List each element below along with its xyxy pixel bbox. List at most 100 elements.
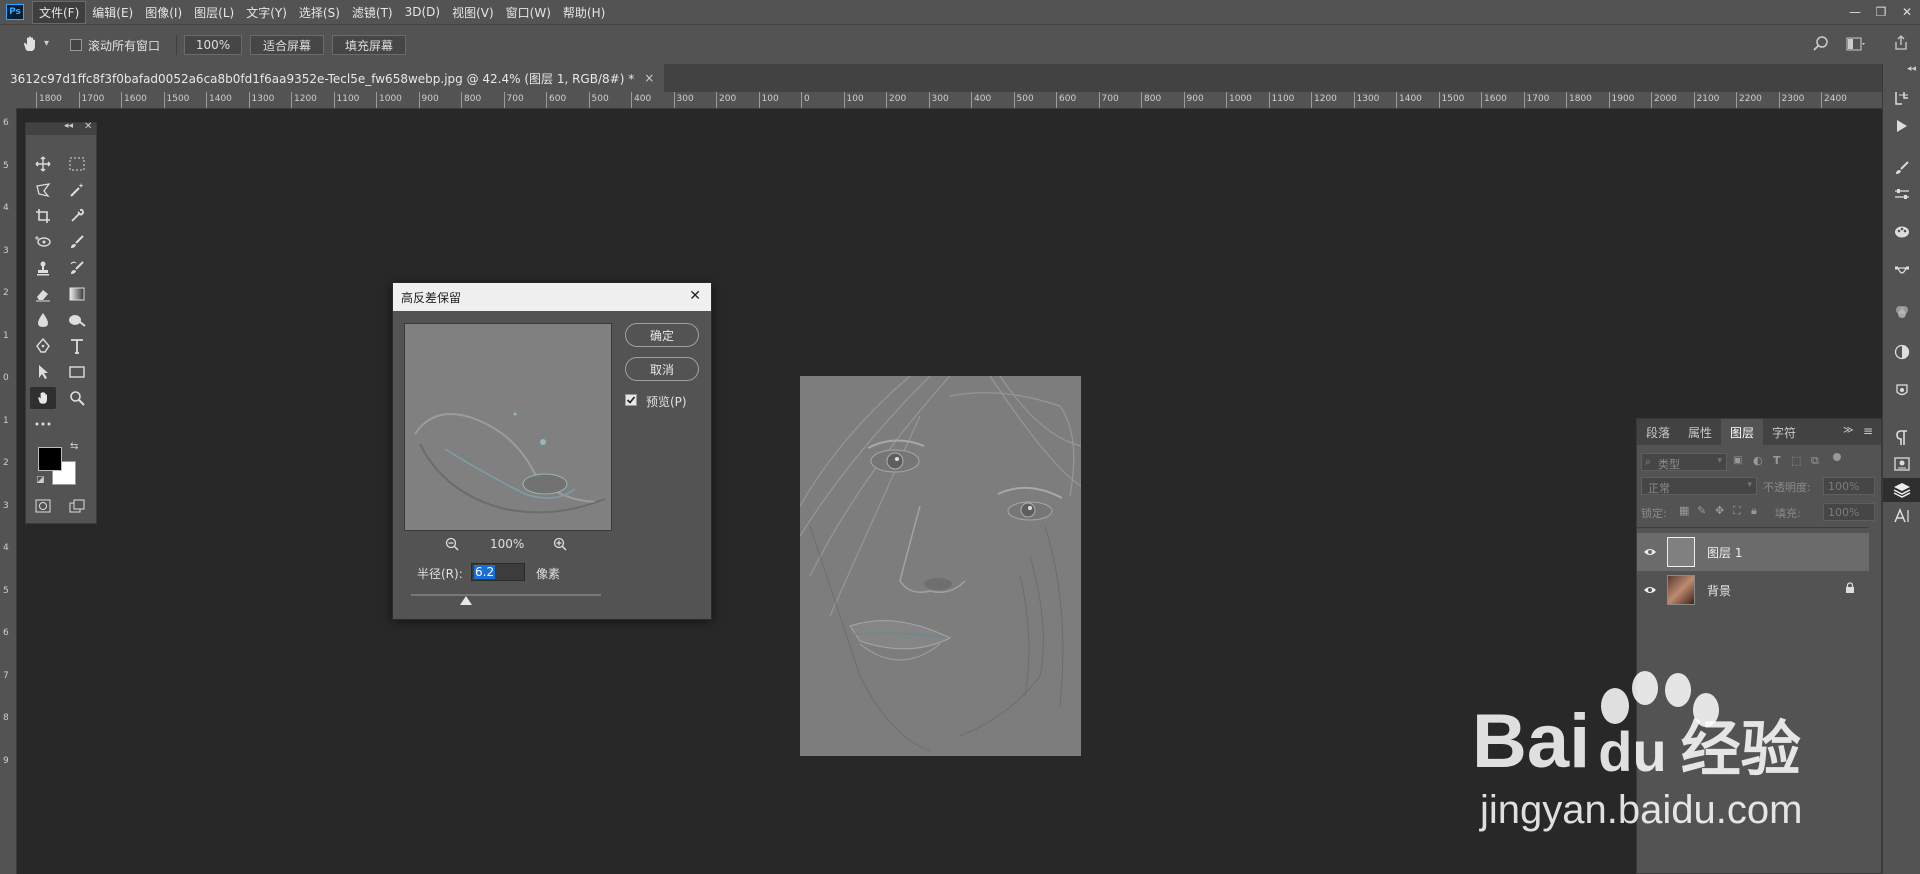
radius-input[interactable]: 6.2 bbox=[471, 563, 525, 581]
rectangle-tool-icon[interactable] bbox=[64, 361, 90, 383]
close-icon[interactable]: ✕ bbox=[84, 121, 92, 132]
filter-type-icon[interactable]: T bbox=[1773, 454, 1781, 467]
tab-layers[interactable]: 图层 bbox=[1721, 419, 1763, 445]
radius-slider-track[interactable] bbox=[411, 594, 601, 596]
share-icon[interactable] bbox=[1892, 34, 1910, 55]
channels-icon[interactable] bbox=[1883, 300, 1920, 324]
character-icon[interactable] bbox=[1883, 504, 1920, 528]
lasso-tool-icon[interactable] bbox=[30, 179, 56, 201]
visibility-eye-icon[interactable] bbox=[1637, 585, 1663, 595]
layers-panel-icon[interactable] bbox=[1883, 478, 1920, 502]
filter-adjustment-icon[interactable]: ◐ bbox=[1753, 454, 1763, 467]
document-canvas-image[interactable] bbox=[800, 376, 1081, 756]
zoom-tool-icon[interactable] bbox=[64, 387, 90, 409]
tab-character[interactable]: 字符 bbox=[1763, 419, 1805, 445]
expand-panels-icon[interactable]: ◂◂ bbox=[1907, 64, 1916, 74]
clone-stamp-icon[interactable] bbox=[30, 257, 56, 279]
restore-button[interactable]: ❐ bbox=[1868, 0, 1894, 24]
foreground-color-swatch[interactable] bbox=[38, 447, 62, 471]
filter-preview[interactable] bbox=[404, 323, 612, 531]
search-icon[interactable] bbox=[1812, 35, 1830, 56]
history-brush-icon[interactable] bbox=[64, 257, 90, 279]
path-selection-icon[interactable] bbox=[30, 361, 56, 383]
zoom-100-button[interactable]: 100% bbox=[184, 35, 242, 55]
eyedropper-icon[interactable] bbox=[64, 205, 90, 227]
quick-mask-icon[interactable] bbox=[30, 495, 56, 517]
menu-3d[interactable]: 3D(D) bbox=[399, 3, 446, 21]
menu-edit[interactable]: 编辑(E) bbox=[86, 2, 139, 23]
preview-checkbox[interactable] bbox=[625, 394, 637, 406]
lock-icon[interactable] bbox=[1845, 582, 1855, 597]
workspace-icon[interactable] bbox=[1846, 35, 1866, 56]
brush-settings-icon[interactable] bbox=[1883, 182, 1920, 206]
lock-all-icon[interactable]: 🔒︎ bbox=[1751, 504, 1757, 518]
lock-pixels-icon[interactable]: ✎ bbox=[1697, 504, 1706, 517]
marquee-tool-icon[interactable] bbox=[64, 153, 90, 175]
menu-filter[interactable]: 滤镜(T) bbox=[346, 2, 399, 23]
menu-file[interactable]: 文件(F) bbox=[32, 0, 87, 24]
history-icon[interactable] bbox=[1883, 86, 1920, 110]
screen-mode-icon[interactable] bbox=[64, 495, 90, 517]
filter-pixel-icon[interactable]: ▣ bbox=[1733, 455, 1742, 466]
more-tools-icon[interactable] bbox=[30, 413, 56, 435]
filter-shape-icon[interactable]: ⬚ bbox=[1791, 454, 1801, 467]
styles-icon[interactable] bbox=[1883, 378, 1920, 402]
blur-tool-icon[interactable] bbox=[30, 309, 56, 331]
fill-input[interactable]: 100% bbox=[1823, 503, 1875, 521]
swap-colors-icon[interactable]: ⇆ bbox=[70, 441, 78, 452]
paragraph-icon[interactable] bbox=[1883, 426, 1920, 450]
healing-brush-icon[interactable] bbox=[30, 231, 56, 253]
dialog-close-icon[interactable]: ✕ bbox=[689, 288, 701, 304]
document-tab[interactable]: 3612c97d1ffc8f3f0bafad0052a6ca8b0fd1f6aa… bbox=[0, 64, 665, 92]
brush-panel-icon[interactable] bbox=[1883, 156, 1920, 180]
radius-slider-thumb[interactable] bbox=[460, 596, 473, 605]
hand-tool-preset[interactable] bbox=[20, 34, 40, 54]
lock-artboard-icon[interactable]: ⛶ bbox=[1733, 504, 1741, 518]
tab-paragraph[interactable]: 段落 bbox=[1637, 419, 1679, 445]
layer-filter-select[interactable]: ⌕ 类型 ▾ bbox=[1641, 453, 1727, 471]
visibility-eye-icon[interactable] bbox=[1637, 547, 1663, 557]
dodge-tool-icon[interactable] bbox=[64, 309, 90, 331]
hand-tool-icon[interactable] bbox=[30, 387, 56, 409]
panel-menu-icon[interactable]: ≡ bbox=[1863, 424, 1873, 438]
crop-tool-icon[interactable] bbox=[30, 205, 56, 227]
horizontal-ruler[interactable]: 1800 1700 1600 1500 1400 1300 1200 1100 1000 900 8… bbox=[16, 92, 1882, 109]
minimize-button[interactable]: — bbox=[1842, 0, 1868, 24]
gradient-tool-icon[interactable] bbox=[64, 283, 90, 305]
filter-toggle-icon[interactable] bbox=[1833, 453, 1841, 461]
brush-tool-icon[interactable] bbox=[64, 231, 90, 253]
menu-image[interactable]: 图像(I) bbox=[139, 2, 188, 23]
magic-wand-icon[interactable] bbox=[64, 179, 90, 201]
actions-play-icon[interactable] bbox=[1883, 114, 1920, 138]
ok-button[interactable]: 确定 bbox=[625, 323, 699, 347]
layer-row-layer1[interactable]: 图层 1 bbox=[1637, 533, 1869, 571]
zoom-in-icon[interactable] bbox=[553, 537, 567, 554]
fit-screen-button[interactable]: 适合屏幕 bbox=[250, 35, 324, 55]
layer-row-background[interactable]: 背景 bbox=[1637, 571, 1869, 609]
lock-transparent-icon[interactable]: ▦ bbox=[1679, 504, 1689, 517]
default-colors-icon[interactable]: ◪ bbox=[36, 475, 45, 485]
close-window-button[interactable]: ✕ bbox=[1894, 0, 1920, 24]
cancel-button[interactable]: 取消 bbox=[625, 357, 699, 381]
scroll-all-checkbox[interactable] bbox=[70, 39, 82, 51]
tab-properties[interactable]: 属性 bbox=[1679, 419, 1721, 445]
pen-tool-icon[interactable] bbox=[30, 335, 56, 357]
menu-type[interactable]: 文字(Y) bbox=[240, 2, 293, 23]
move-tool-icon[interactable] bbox=[30, 153, 56, 175]
eraser-icon[interactable] bbox=[30, 283, 56, 305]
adjustments-icon[interactable] bbox=[1883, 340, 1920, 364]
menu-help[interactable]: 帮助(H) bbox=[557, 2, 611, 23]
paths-icon[interactable] bbox=[1883, 260, 1920, 284]
dialog-titlebar[interactable]: 高反差保留 ✕ bbox=[393, 283, 711, 311]
type-tool-icon[interactable] bbox=[64, 335, 90, 357]
panel-collapse-icon[interactable]: ≫ bbox=[1843, 425, 1853, 436]
menu-view[interactable]: 视图(V) bbox=[446, 2, 500, 23]
vertical-ruler[interactable]: 6 5 4 3 2 1 0 1 2 3 4 5 6 7 8 9 bbox=[0, 108, 17, 874]
menu-select[interactable]: 选择(S) bbox=[293, 2, 346, 23]
filter-smart-object-icon[interactable]: ⧉ bbox=[1811, 454, 1819, 468]
close-tab-icon[interactable]: × bbox=[644, 71, 654, 85]
chevron-down-icon[interactable]: ▾ bbox=[44, 38, 49, 49]
properties-icon[interactable] bbox=[1883, 452, 1920, 476]
opacity-input[interactable]: 100% bbox=[1823, 477, 1875, 495]
menu-window[interactable]: 窗口(W) bbox=[500, 2, 557, 23]
